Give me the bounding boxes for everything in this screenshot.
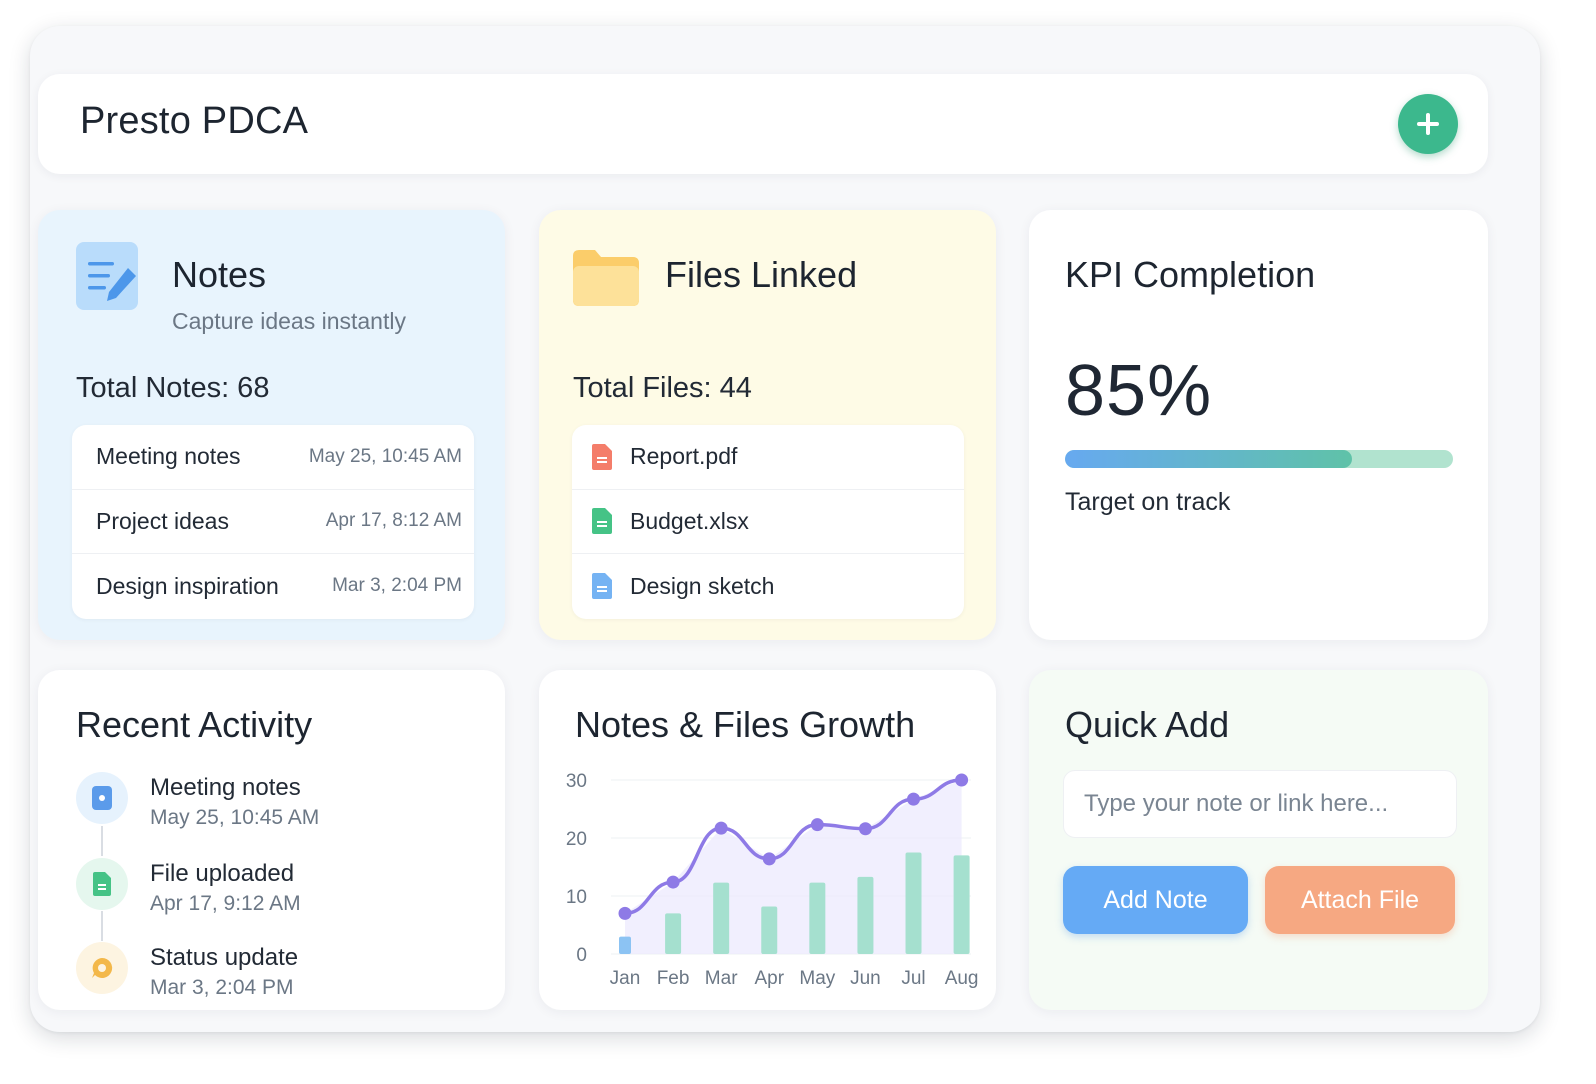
kpi-status: Target on track	[1065, 488, 1231, 516]
x-tick-label: Apr	[754, 968, 784, 989]
activity-item-date: Apr 17, 9:12 AM	[150, 892, 301, 915]
list-item[interactable]: Budget.xlsx	[572, 490, 964, 555]
note-label: Meeting notes	[96, 443, 241, 470]
status-icon	[76, 942, 128, 994]
kpi-progress-fill	[1065, 450, 1353, 468]
note-label: Design inspiration	[96, 572, 279, 599]
notes-total: Total Notes: 68	[76, 372, 270, 404]
activity-item[interactable]: File uploaded Apr 17, 9:12 AM	[76, 858, 456, 918]
growth-chart: 0 10 20 30 Jan Feb Mar Apr May Jun Jul Aug	[566, 771, 979, 989]
file-icon	[76, 858, 128, 910]
y-tick-label: 30	[566, 771, 587, 792]
activity-item-title: File uploaded	[150, 860, 295, 887]
notes-card: Notes Capture ideas instantly Total Note…	[38, 210, 505, 640]
y-tick-label: 10	[566, 887, 587, 908]
activity-item[interactable]: Meeting notes May 25, 10:45 AM	[76, 772, 456, 832]
app-header: Presto PDCA	[38, 74, 1488, 174]
note-edit-icon	[76, 242, 138, 310]
note-input[interactable]	[1063, 770, 1457, 838]
point-jun	[858, 822, 872, 836]
list-item[interactable]: Project ideas Apr 17, 8:12 AM	[72, 490, 474, 555]
list-item[interactable]: Report.pdf	[572, 425, 964, 490]
pdf-file-icon	[592, 443, 612, 470]
quick-add-title: Quick Add	[1065, 704, 1230, 745]
note-date: May 25, 10:45 AM	[308, 445, 462, 467]
notes-list: Meeting notes May 25, 10:45 AM Project i…	[72, 425, 474, 619]
bar-feb	[665, 913, 682, 954]
point-jul	[907, 792, 921, 806]
activity-item-date: May 25, 10:45 AM	[150, 806, 320, 829]
app-title: Presto PDCA	[80, 100, 309, 142]
activity-title: Recent Activity	[76, 704, 313, 745]
app-window: Presto PDCA Notes Capture ideas instantl…	[30, 26, 1540, 1032]
note-icon	[76, 772, 128, 824]
note-date: Mar 3, 2:04 PM	[332, 575, 462, 597]
point-feb	[666, 875, 680, 889]
files-title: Files Linked	[665, 254, 858, 295]
point-apr	[762, 852, 776, 866]
list-item[interactable]: Design sketch	[572, 554, 964, 619]
point-may	[810, 818, 824, 832]
y-tick-label: 0	[576, 945, 587, 966]
activity-item[interactable]: Status update Mar 3, 2:04 PM	[76, 942, 456, 1002]
notes-title: Notes	[172, 254, 267, 295]
add-button[interactable]	[1398, 94, 1458, 154]
attach-file-button[interactable]: Attach File	[1265, 866, 1455, 934]
bar-may	[809, 882, 826, 954]
x-tick-label: Jan	[610, 968, 641, 989]
kpi-progress-bar	[1065, 450, 1453, 468]
files-total: Total Files: 44	[573, 372, 752, 404]
point-mar	[714, 821, 728, 835]
plus-icon	[1417, 113, 1439, 135]
list-item[interactable]: Design inspiration Mar 3, 2:04 PM	[72, 554, 474, 619]
files-card: Files Linked Total Files: 44 Report.pdf …	[539, 210, 996, 640]
bar-jan	[619, 936, 631, 954]
add-note-button[interactable]: Add Note	[1063, 866, 1248, 934]
quick-add-card: Quick Add Add Note Attach File	[1029, 670, 1488, 1010]
x-tick-label: May	[799, 968, 835, 989]
growth-card: Notes & Files Growth 0 10 20 30 Jan Feb Mar Apr…	[539, 670, 996, 1010]
bar-jun	[857, 876, 874, 954]
x-tick-label: Jun	[850, 968, 881, 989]
kpi-title: KPI Completion	[1065, 254, 1316, 295]
folder-icon	[573, 250, 639, 306]
notes-subtitle: Capture ideas instantly	[172, 308, 406, 334]
x-tick-label: Mar	[705, 968, 738, 989]
kpi-value: 85%	[1065, 351, 1213, 431]
point-jan	[618, 906, 632, 920]
bar-jul	[905, 852, 922, 954]
x-tick-label: Jul	[901, 968, 925, 989]
bar-apr	[761, 906, 778, 954]
spreadsheet-file-icon	[592, 508, 612, 535]
activity-item-date: Mar 3, 2:04 PM	[150, 976, 294, 999]
activity-item-title: Status update	[150, 944, 299, 971]
files-list: Report.pdf Budget.xlsx Design sketch	[572, 425, 964, 619]
file-label: Design sketch	[630, 572, 775, 599]
bar-mar	[713, 882, 730, 954]
y-tick-label: 20	[566, 829, 587, 850]
file-label: Budget.xlsx	[630, 507, 749, 534]
list-item[interactable]: Meeting notes May 25, 10:45 AM	[72, 425, 474, 490]
note-label: Project ideas	[96, 507, 229, 534]
activity-item-title: Meeting notes	[150, 774, 301, 801]
bar-aug	[953, 855, 970, 954]
x-tick-label: Feb	[657, 968, 690, 989]
activity-card: Recent Activity Meeting notes May 25, 10…	[38, 670, 505, 1010]
kpi-card: KPI Completion 85% Target on track	[1029, 210, 1488, 640]
note-date: Apr 17, 8:12 AM	[325, 510, 462, 532]
point-aug	[955, 773, 969, 787]
document-file-icon	[592, 573, 612, 600]
x-tick-label: Aug	[945, 968, 979, 989]
file-label: Report.pdf	[630, 443, 738, 470]
growth-title: Notes & Files Growth	[575, 704, 916, 745]
